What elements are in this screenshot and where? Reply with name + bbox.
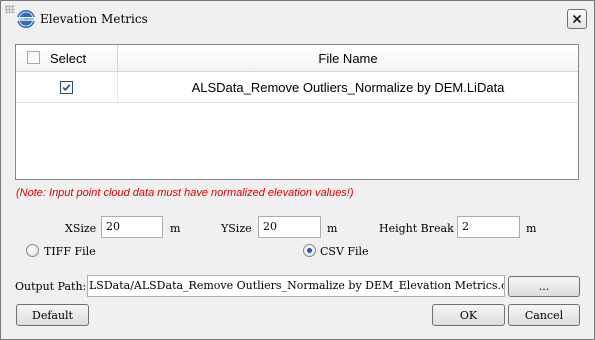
svg-text:LiDAR360: LiDAR360 <box>18 17 33 21</box>
select-header-label: Select <box>50 51 87 66</box>
xsize-unit: m <box>170 222 181 235</box>
table-header: Select File Name <box>16 45 578 72</box>
default-button[interactable]: Default <box>16 304 89 326</box>
file-name-header-label: File Name <box>318 50 378 66</box>
height-break-input[interactable]: 2 <box>457 216 520 238</box>
csv-file-radio[interactable] <box>303 244 316 257</box>
drag-grip-icon[interactable] <box>5 5 15 13</box>
close-icon <box>572 14 582 24</box>
file-name-column-header[interactable]: File Name <box>118 45 578 71</box>
elevation-metrics-dialog: LiDAR360 Elevation Metrics Select File N… <box>0 0 595 340</box>
tiff-file-radio[interactable] <box>26 244 39 257</box>
tiff-file-label[interactable]: TIFF File <box>44 245 96 258</box>
ysize-unit: m <box>327 222 338 235</box>
window-title: Elevation Metrics <box>40 12 148 26</box>
checkmark-icon <box>62 84 71 91</box>
xsize-label: XSize <box>65 222 97 235</box>
ysize-input[interactable]: 20 <box>258 216 321 238</box>
output-path-input[interactable]: LSData/ALSData_Remove Outliers_Normalize… <box>87 275 505 297</box>
normalized-data-note: (Note: Input point cloud data must have … <box>16 187 354 199</box>
select-all-checkbox[interactable] <box>27 51 40 64</box>
height-break-unit: m <box>526 222 537 235</box>
app-logo-icon: LiDAR360 <box>16 10 36 28</box>
row-checkbox[interactable] <box>60 81 73 94</box>
cancel-button[interactable]: Cancel <box>508 304 580 326</box>
select-cell <box>16 72 118 102</box>
ysize-label: YSize <box>221 222 252 235</box>
csv-file-label[interactable]: CSV File <box>320 245 369 258</box>
close-button[interactable] <box>567 9 587 29</box>
table-row[interactable]: ALSData_Remove Outliers_Normalize by DEM… <box>16 72 578 103</box>
file-name-cell: ALSData_Remove Outliers_Normalize by DEM… <box>118 72 578 102</box>
output-path-label: Output Path: <box>15 280 87 293</box>
xsize-input[interactable]: 20 <box>101 216 163 238</box>
browse-button[interactable]: ... <box>508 276 580 297</box>
file-name-text: ALSData_Remove Outliers_Normalize by DEM… <box>191 79 505 95</box>
file-table: Select File Name ALSData_Remove Outliers… <box>15 44 579 180</box>
ok-button[interactable]: OK <box>432 304 505 326</box>
select-column-header[interactable]: Select <box>16 45 118 71</box>
title-bar: LiDAR360 Elevation Metrics <box>1 1 594 35</box>
height-break-label: Height Break <box>379 222 454 235</box>
